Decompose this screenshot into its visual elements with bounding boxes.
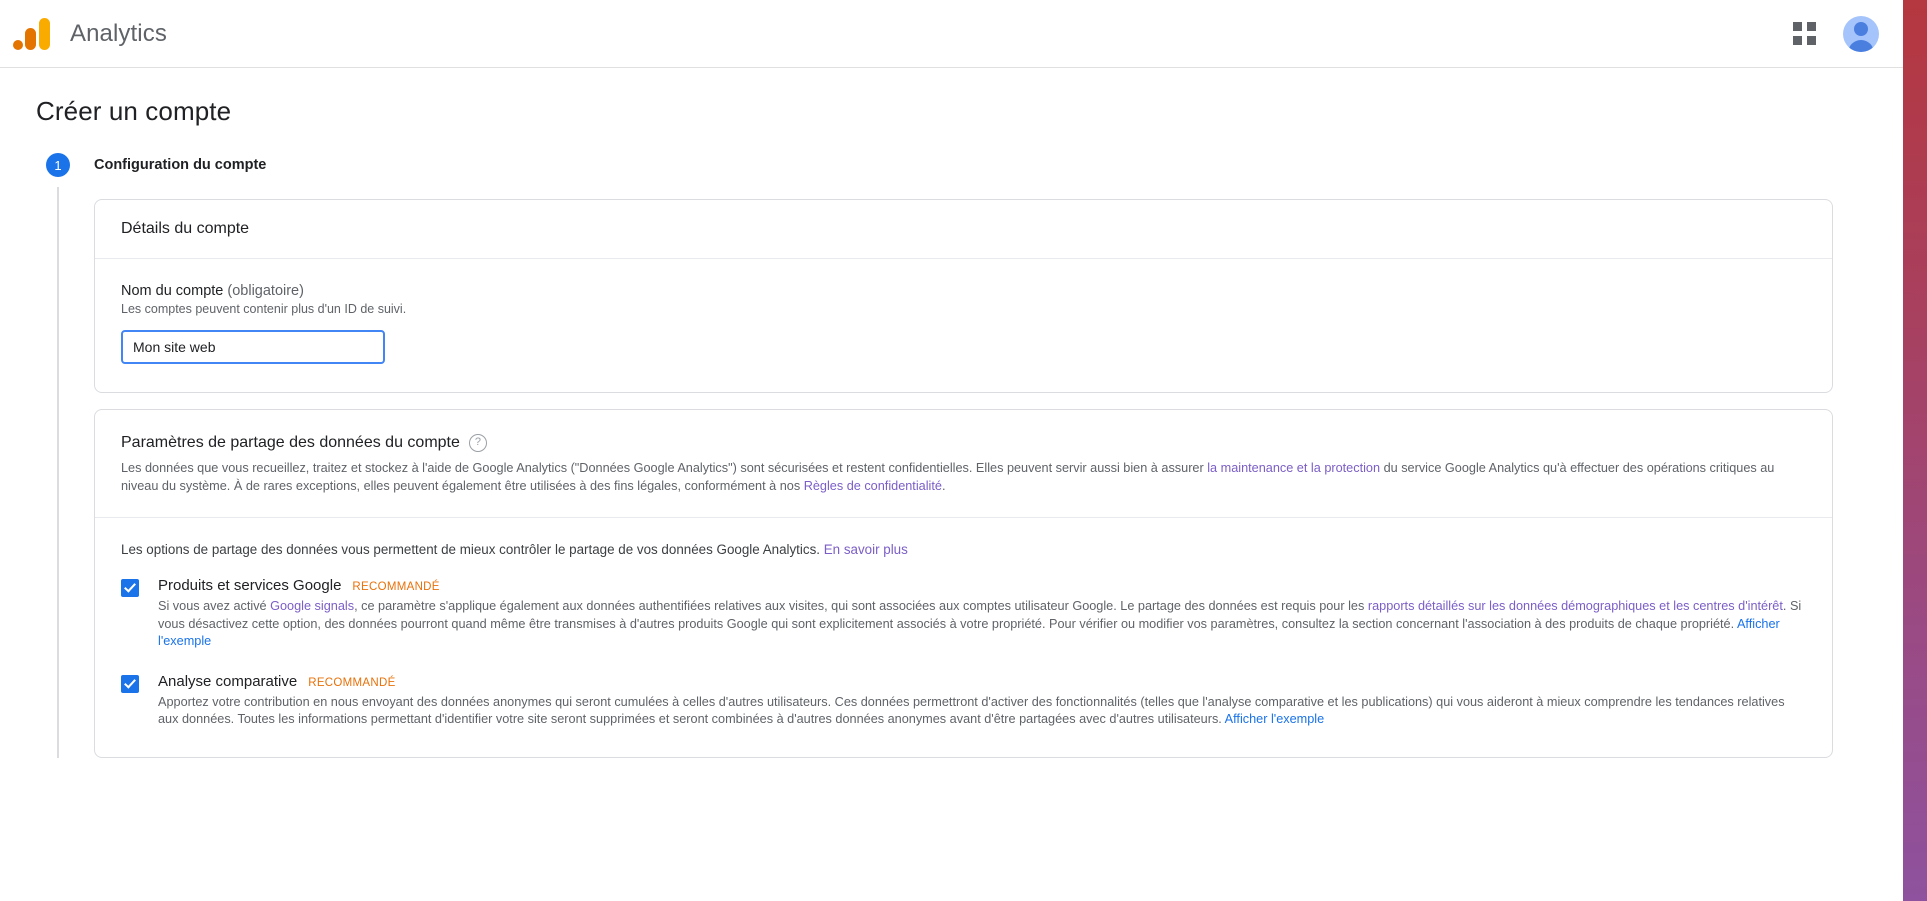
option-benchmarking-description: Apportez votre contribution en nous envo…: [158, 694, 1806, 729]
data-sharing-card: Paramètres de partage des données du com…: [94, 409, 1833, 758]
data-sharing-heading-row: Paramètres de partage des données du com…: [121, 434, 1806, 452]
show-example-link-2[interactable]: Afficher l'exemple: [1225, 712, 1325, 726]
data-sharing-intro-section: Paramètres de partage des données du com…: [95, 410, 1832, 517]
option-benchmarking-title-row: Analyse comparative RECOMMANDÉ: [158, 673, 1806, 690]
browser-viewport: Analytics Créer un compte 1 Configuratio…: [0, 0, 1903, 901]
account-name-section: Nom du compte (obligatoire) Les comptes …: [95, 259, 1832, 392]
lead-text: Les options de partage des données vous …: [121, 542, 824, 557]
header-actions: [1793, 15, 1879, 52]
demographics-reports-link[interactable]: rapports détaillés sur les données démog…: [1368, 599, 1783, 613]
checkbox-benchmarking[interactable]: [121, 674, 139, 693]
step-rail: [57, 187, 59, 758]
learn-more-link[interactable]: En savoir plus: [824, 542, 908, 557]
app-header: Analytics: [0, 0, 1903, 68]
app-title: Analytics: [70, 19, 167, 47]
gp-desc-2: , ce paramètre s'applique également aux …: [354, 599, 1368, 613]
checkbox-google-products[interactable]: [121, 579, 139, 597]
account-details-card: Détails du compte Nom du compte (obligat…: [94, 199, 1833, 393]
account-name-label-text: Nom du compte: [121, 283, 224, 299]
gp-desc-1: Si vous avez activé: [158, 599, 271, 613]
account-details-card-title: Détails du compte: [95, 200, 1832, 259]
intro-text-3: .: [941, 478, 946, 493]
option-benchmarking-body: Analyse comparative RECOMMANDÉ Apportez …: [158, 673, 1806, 729]
page-title: Créer un compte: [36, 96, 232, 126]
account-name-required-note: (obligatoire): [227, 283, 304, 299]
data-sharing-lead: Les options de partage des données vous …: [121, 542, 1806, 557]
google-signals-link[interactable]: Google signals: [270, 599, 354, 613]
data-sharing-options-section: Les options de partage des données vous …: [95, 518, 1832, 757]
step-number-badge: 1: [46, 153, 70, 177]
recommended-badge: RECOMMANDÉ: [308, 676, 396, 689]
option-google-products-title-row: Produits et services Google RECOMMANDÉ: [158, 577, 1806, 594]
data-sharing-heading: Paramètres de partage des données du com…: [121, 434, 460, 451]
data-sharing-intro-paragraph: Les données que vous recueillez, traitez…: [121, 460, 1806, 495]
intro-text-1: Les données que vous recueillez, traitez…: [121, 461, 1208, 475]
account-name-label: Nom du compte (obligatoire): [121, 283, 1806, 299]
option-google-products-title: Produits et services Google: [158, 577, 342, 594]
step-title: Configuration du compte: [94, 157, 267, 173]
privacy-policy-link[interactable]: Règles de confidentialité: [804, 479, 942, 493]
apps-grid-icon[interactable]: [1793, 21, 1817, 46]
maintenance-protection-link[interactable]: la maintenance et la protection: [1207, 461, 1380, 475]
bm-desc-1: Apportez votre contribution en nous envo…: [158, 694, 1785, 727]
page-content: Créer un compte 1 Configuration du compt…: [0, 68, 1903, 758]
brand-area[interactable]: Analytics: [0, 14, 167, 54]
step-section: 1 Configuration du compte Détails du com…: [46, 153, 1903, 758]
recommended-badge: RECOMMANDÉ: [352, 581, 440, 593]
account-name-input[interactable]: [121, 330, 385, 364]
account-name-hint: Les comptes peuvent contenir plus d'un I…: [121, 302, 407, 316]
analytics-logo-icon: [10, 14, 56, 54]
option-google-products-description: Si vous avez activé Google signals, ce p…: [158, 598, 1806, 651]
help-circle-icon[interactable]: ?: [468, 434, 487, 452]
option-benchmarking: Analyse comparative RECOMMANDÉ Apportez …: [121, 673, 1806, 729]
option-google-products-body: Produits et services Google RECOMMANDÉ S…: [158, 577, 1806, 651]
option-benchmarking-title: Analyse comparative: [158, 672, 298, 690]
user-avatar-icon[interactable]: [1843, 15, 1879, 52]
window-edge-gradient: [1903, 0, 1927, 901]
option-google-products: Produits et services Google RECOMMANDÉ S…: [121, 577, 1806, 651]
